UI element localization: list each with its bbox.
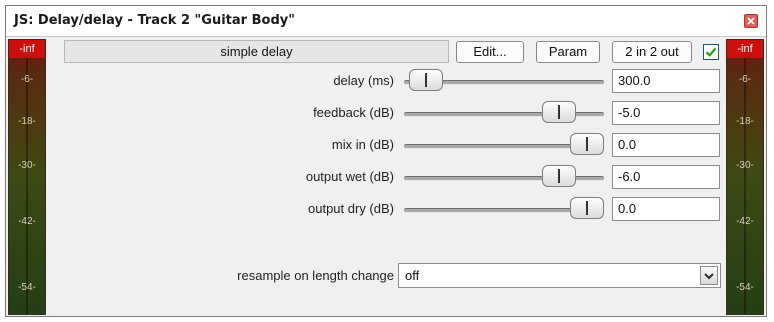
param-slider-thumb[interactable]	[408, 69, 443, 91]
param-button[interactable]: Param	[536, 41, 600, 63]
resample-label: resample on length change	[237, 268, 394, 283]
io-routing-button[interactable]: 2 in 2 out	[612, 41, 692, 63]
param-label: delay (ms)	[333, 73, 394, 88]
checkmark-icon	[705, 47, 717, 57]
edit-button[interactable]: Edit...	[456, 41, 524, 63]
chevron-down-icon	[704, 273, 714, 280]
param-slider-thumb[interactable]	[570, 197, 604, 219]
param-value-input[interactable]: 300.0	[612, 69, 720, 93]
param-label: mix in (dB)	[331, 137, 394, 152]
param-row: mix in (dB) 0.0	[6, 133, 766, 159]
param-slider-thumb[interactable]	[541, 165, 576, 187]
resample-selected-value: off	[405, 268, 420, 283]
enable-checkbox[interactable]	[703, 44, 719, 60]
param-row: output dry (dB) 0.0	[6, 197, 766, 223]
peak-readout: -inf	[9, 40, 45, 58]
close-icon	[747, 17, 755, 25]
resample-select[interactable]: off	[398, 263, 721, 288]
close-button[interactable]	[744, 14, 758, 28]
param-slider-thumb[interactable]	[570, 133, 604, 155]
peak-readout: -inf	[727, 40, 763, 58]
meter-tick: -54-	[736, 282, 754, 293]
param-label: output dry (dB)	[308, 201, 394, 216]
title-bar[interactable]: JS: Delay/delay - Track 2 "Guitar Body"	[6, 6, 766, 37]
param-row: feedback (dB) -5.0	[6, 101, 766, 127]
plugin-name-display: simple delay	[64, 40, 449, 63]
param-value-input[interactable]: 0.0	[612, 197, 720, 221]
dropdown-arrow-button[interactable]	[700, 266, 718, 285]
param-row: output wet (dB) -6.0	[6, 165, 766, 191]
param-label: feedback (dB)	[313, 105, 394, 120]
param-value-input[interactable]: 0.0	[612, 133, 720, 157]
param-label: output wet (dB)	[305, 169, 394, 184]
meter-tick: -54-	[18, 282, 36, 293]
plugin-window: JS: Delay/delay - Track 2 "Guitar Body" …	[5, 5, 767, 317]
param-row: delay (ms) 300.0	[6, 69, 766, 95]
param-value-input[interactable]: -6.0	[612, 165, 720, 189]
plugin-client: -inf -6- -18- -30- -42- -54- -inf -6- -1…	[6, 37, 766, 316]
param-value-input[interactable]: -5.0	[612, 101, 720, 125]
window-title: JS: Delay/delay - Track 2 "Guitar Body"	[14, 13, 295, 28]
param-slider-thumb[interactable]	[541, 101, 576, 123]
